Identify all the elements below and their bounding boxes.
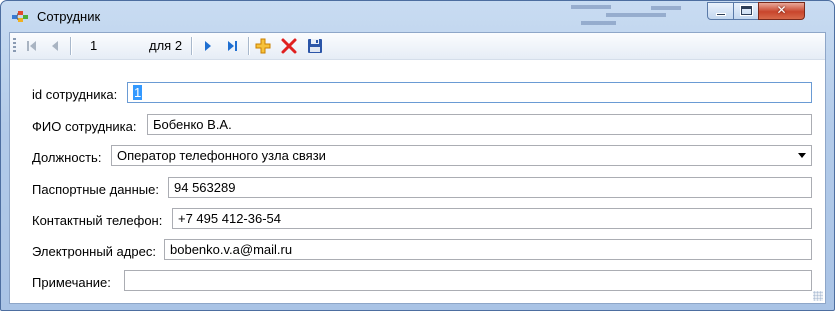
position-label: Должность:	[32, 150, 102, 165]
toolbar-grip[interactable]	[13, 38, 16, 54]
app-icon	[12, 11, 28, 22]
id-value: 1	[133, 85, 143, 100]
phone-value: +7 495 412-36-54	[178, 211, 282, 226]
move-previous-icon[interactable]	[46, 37, 64, 55]
phone-label: Контактный телефон:	[32, 213, 163, 228]
close-button[interactable]	[758, 2, 805, 20]
form-client-area: для 2 id сотрудник	[9, 32, 826, 304]
add-new-icon[interactable]	[254, 37, 272, 55]
delete-icon[interactable]	[280, 37, 298, 55]
toolbar-separator	[70, 37, 71, 55]
background-blur	[561, 1, 711, 31]
employee-window: Сотрудник для 2	[0, 0, 835, 311]
maximize-button[interactable]	[733, 2, 759, 20]
window-title: Сотрудник	[37, 9, 101, 24]
minimize-button[interactable]	[707, 2, 734, 20]
toolbar-separator	[248, 37, 249, 55]
count-label: для 2	[149, 38, 183, 53]
title-bar[interactable]: Сотрудник	[1, 1, 834, 31]
toolbar-separator	[191, 37, 192, 55]
email-label: Электронный адрес:	[32, 244, 156, 259]
save-icon[interactable]	[306, 37, 324, 55]
position-input[interactable]	[86, 36, 144, 54]
passport-field[interactable]: 94 563289	[168, 177, 812, 198]
position-combobox[interactable]: Оператор телефонного узла связи	[111, 145, 812, 166]
move-last-icon[interactable]	[223, 37, 241, 55]
phone-field[interactable]: +7 495 412-36-54	[172, 208, 812, 229]
note-label: Примечание:	[32, 275, 111, 290]
chevron-down-icon[interactable]	[798, 153, 806, 158]
id-label: id сотрудника:	[32, 87, 118, 102]
fio-field[interactable]: Бобенко В.А.	[147, 114, 812, 135]
passport-value: 94 563289	[174, 180, 236, 195]
position-value: Оператор телефонного узла связи	[117, 148, 326, 163]
move-first-icon[interactable]	[23, 37, 41, 55]
fio-value: Бобенко В.А.	[153, 117, 232, 132]
email-value: bobenko.v.a@mail.ru	[170, 242, 293, 257]
id-field[interactable]: 1	[127, 82, 812, 103]
note-field[interactable]	[124, 270, 812, 291]
move-next-icon[interactable]	[199, 37, 217, 55]
email-field[interactable]: bobenko.v.a@mail.ru	[164, 239, 812, 260]
passport-label: Паспортные данные:	[32, 182, 159, 197]
binding-navigator: для 2	[10, 33, 825, 60]
resize-grip[interactable]	[813, 291, 823, 301]
fio-label: ФИО сотрудника:	[32, 119, 137, 134]
